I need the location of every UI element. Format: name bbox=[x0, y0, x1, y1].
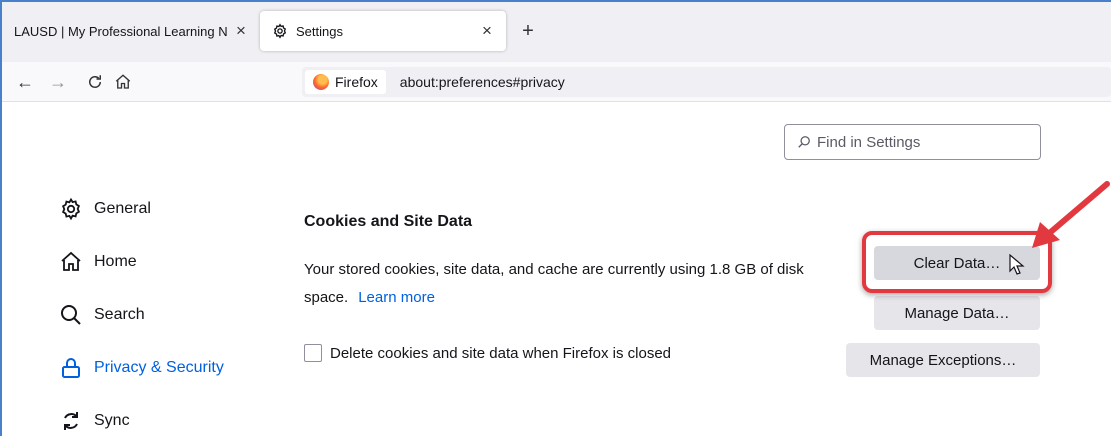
new-tab-button[interactable]: + bbox=[516, 20, 540, 43]
checkbox-label: Delete cookies and site data when Firefo… bbox=[330, 344, 672, 362]
sidebar-item-sync[interactable]: Sync bbox=[58, 408, 130, 434]
sidebar-item-general[interactable]: General bbox=[58, 196, 151, 222]
search-placeholder: Find in Settings bbox=[817, 133, 921, 151]
sidebar-item-label: Sync bbox=[94, 412, 130, 429]
tab-close-button[interactable]: × bbox=[476, 21, 498, 41]
gear-icon bbox=[58, 196, 84, 222]
url-bar[interactable]: Firefox about:preferences#privacy bbox=[302, 67, 1111, 97]
back-button[interactable]: ← bbox=[12, 69, 38, 95]
sidebar-item-privacy-security[interactable]: Privacy & Security bbox=[58, 355, 224, 381]
home-icon bbox=[58, 249, 84, 275]
gear-icon bbox=[272, 22, 290, 40]
sidebar-item-label: Privacy & Security bbox=[94, 359, 224, 376]
tab-settings[interactable]: Settings × bbox=[260, 11, 506, 51]
identity-box[interactable]: Firefox bbox=[305, 70, 386, 94]
search-icon bbox=[58, 302, 84, 328]
sync-icon bbox=[58, 408, 84, 434]
tab-title: LAUSD | My Professional Learning N bbox=[14, 23, 228, 39]
find-in-settings-input[interactable]: Find in Settings bbox=[784, 124, 1041, 160]
forward-button[interactable]: → bbox=[45, 69, 71, 95]
reload-button[interactable] bbox=[82, 69, 108, 95]
url-text[interactable]: about:preferences#privacy bbox=[400, 74, 565, 90]
manage-exceptions-button[interactable]: Manage Exceptions… bbox=[846, 343, 1040, 377]
reload-icon bbox=[89, 75, 101, 88]
home-icon bbox=[115, 74, 131, 89]
home-button[interactable] bbox=[110, 69, 136, 95]
sidebar-item-search[interactable]: Search bbox=[58, 302, 145, 328]
lock-icon bbox=[58, 355, 84, 381]
sidebar-item-label: Search bbox=[94, 306, 145, 323]
sidebar-item-label: General bbox=[94, 200, 151, 217]
learn-more-link[interactable]: Learn more bbox=[358, 289, 435, 306]
delete-on-close-option[interactable]: Delete cookies and site data when Firefo… bbox=[304, 344, 671, 362]
firefox-logo-icon bbox=[313, 74, 329, 90]
identity-label: Firefox bbox=[335, 74, 378, 90]
tab-lausd[interactable]: LAUSD | My Professional Learning N × bbox=[8, 11, 252, 51]
search-icon bbox=[797, 135, 811, 149]
manage-data-button[interactable]: Manage Data… bbox=[874, 296, 1040, 330]
sidebar-item-label: Home bbox=[94, 253, 137, 270]
cookies-description-block: Your stored cookies, site data, and cach… bbox=[304, 256, 844, 312]
mouse-cursor-icon bbox=[1009, 254, 1025, 275]
tab-strip: LAUSD | My Professional Learning N × Set… bbox=[2, 2, 1111, 62]
delete-on-close-checkbox[interactable] bbox=[304, 344, 322, 362]
tab-title: Settings bbox=[296, 23, 343, 39]
nav-bar: ← → Firefox about:preferences#privacy bbox=[2, 62, 1111, 102]
section-title: Cookies and Site Data bbox=[304, 213, 473, 230]
annotation-arrow-icon bbox=[1032, 181, 1110, 248]
sidebar-item-home[interactable]: Home bbox=[58, 249, 137, 275]
tab-close-button[interactable]: × bbox=[230, 21, 252, 41]
